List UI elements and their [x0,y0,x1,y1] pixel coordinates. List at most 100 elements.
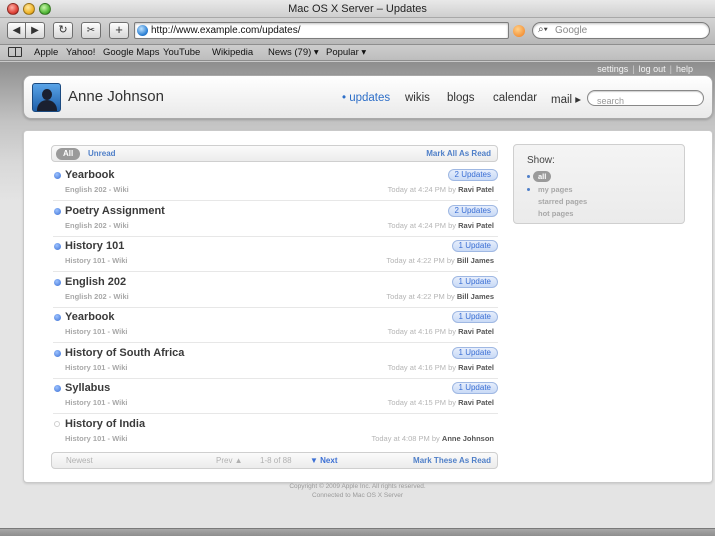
utility-separator: | [669,64,672,74]
update-source[interactable]: English 202 - Wiki [65,185,129,194]
show-option-hot-pages[interactable]: hot pages [538,209,573,218]
nav-wikis[interactable]: wikis [405,92,430,104]
bullet-icon [527,188,530,191]
update-author[interactable]: Anne Johnson [442,434,494,443]
logout-link[interactable]: log out [639,64,666,74]
bookmark-yahoo[interactable]: Yahoo! [66,47,95,58]
forward-button[interactable]: ▶ [26,22,45,39]
bookmarks-bar: Apple Yahoo! Google Maps YouTube Wikiped… [0,45,715,61]
update-title[interactable]: English 202 [65,276,126,288]
status-bar [0,528,715,536]
pagination-bar: Newest Prev ▲ 1-8 of 88 ▼ Next Mark Thes… [51,452,498,469]
bookmark-apple[interactable]: Apple [34,47,58,58]
update-meta: Today at 4:16 PM by Ravi Patel [388,327,494,336]
update-time: Today at 4:24 PM by [387,185,457,194]
update-time: Today at 4:22 PM by [386,291,455,301]
update-author[interactable]: Bill James [457,256,494,265]
nav-calendar[interactable]: calendar [493,92,537,104]
rss-icon[interactable] [513,25,525,37]
browser-search-field[interactable]: ⌕▾ Google [532,22,710,39]
filter-all-button[interactable]: All [56,148,81,160]
update-source[interactable]: English 202 - Wiki [65,221,129,230]
update-source[interactable]: History 101 - Wiki [65,398,127,407]
update-source[interactable]: History 101 - Wiki [65,327,127,336]
update-count-badge[interactable]: 1 Update [451,240,498,252]
update-meta: Today at 4:24 PM by Ravi Patel [388,185,494,194]
update-title[interactable]: Syllabus [65,382,110,394]
settings-link[interactable]: settings [597,64,628,74]
update-meta: Today at 4:16 PM by Ravi Patel [388,363,494,372]
filter-unread-link[interactable]: Unread [88,149,116,158]
update-time: Today at 4:08 PM by [371,433,440,443]
reload-button[interactable]: ↻ [53,22,73,39]
back-arrow-icon: ◀ [12,25,21,36]
update-count-badge[interactable]: 1 Update [451,311,498,323]
newest-link[interactable]: Newest [66,456,93,465]
bookmark-news[interactable]: News (79) ▾ [268,47,319,58]
nav-blogs[interactable]: blogs [447,92,475,104]
next-link[interactable]: ▼ Next [310,456,337,465]
nav-updates[interactable]: • updates [342,92,390,104]
selected-bullet-icon [527,175,530,178]
update-title[interactable]: History 101 [65,240,124,252]
update-row[interactable]: Yearbook English 202 - Wiki 2 Updates Today… [53,166,498,201]
mark-all-read-link[interactable]: Mark All As Read [426,149,491,158]
update-meta: Today at 4:24 PM by Ravi Patel [388,221,494,230]
update-title[interactable]: Yearbook [65,311,115,323]
update-time: Today at 4:16 PM by [387,362,457,372]
update-row[interactable]: History of India History 101 - Wiki Today … [53,415,498,450]
update-row[interactable]: Yearbook History 101 - Wiki 1 Update Today … [53,308,498,343]
update-meta: Today at 4:22 PM by Bill James [386,292,494,301]
back-button[interactable]: ◀ [7,22,26,39]
update-row[interactable]: Poetry Assignment English 202 - Wiki 2 Upd… [53,202,498,237]
update-count-badge[interactable]: 1 Update [451,275,498,288]
update-author[interactable]: Bill James [457,292,494,301]
update-author[interactable]: Ravi Patel [458,185,494,194]
update-row[interactable]: History of South Africa History 101 - Wik… [53,344,498,379]
update-row[interactable]: English 202 English 202 - Wiki 1 Update Tod… [53,273,498,308]
update-time: Today at 4:22 PM by [386,256,455,265]
update-row[interactable]: History 101 History 101 - Wiki 1 Update Tod… [53,237,498,272]
update-author[interactable]: Ravi Patel [458,327,494,336]
update-title[interactable]: Yearbook [65,169,115,181]
update-source[interactable]: History 101 - Wiki [65,363,127,372]
address-bar[interactable]: http://www.example.com/updates/ [134,22,509,39]
site-search-input[interactable] [588,94,703,108]
site-search-field[interactable] [587,90,704,108]
update-count-badge[interactable]: 1 Update [451,346,498,359]
update-author[interactable]: Ravi Patel [458,363,494,372]
update-author[interactable]: Ravi Patel [458,221,494,230]
bookmarks-book-icon[interactable] [8,47,22,57]
web-clip-button[interactable]: ✂ [81,22,101,39]
avatar[interactable] [32,83,61,112]
update-time: Today at 4:16 PM by [387,327,457,336]
mark-these-read-link[interactable]: Mark These As Read [413,456,491,465]
update-source[interactable]: History 101 - Wiki [65,256,127,265]
nav-mail[interactable]: mail ▸ [551,92,581,106]
add-bookmark-button[interactable]: + [109,22,129,39]
update-title[interactable]: History of India [65,418,145,430]
update-source[interactable]: English 202 - Wiki [65,292,129,301]
update-row[interactable]: Syllabus History 101 - Wiki 1 Update Today … [53,379,498,414]
update-title[interactable]: Poetry Assignment [65,205,165,217]
show-option-starred-pages[interactable]: starred pages [538,197,587,206]
help-link[interactable]: help [676,64,693,74]
update-source[interactable]: History 101 - Wiki [65,434,127,443]
update-count-badge[interactable]: 1 Update [451,382,498,394]
read-dot-icon [54,420,60,427]
show-option-my-pages[interactable]: my pages [538,185,573,194]
show-option-all[interactable]: all [533,171,552,182]
bookmark-google-maps[interactable]: Google Maps [103,47,160,58]
update-title[interactable]: History of South Africa [65,347,184,359]
bookmark-popular[interactable]: Popular ▾ [326,47,366,58]
update-author[interactable]: Ravi Patel [458,398,494,407]
bookmark-wikipedia[interactable]: Wikipedia [212,47,253,58]
bookmark-youtube[interactable]: YouTube [163,47,200,58]
user-name[interactable]: Anne Johnson [68,88,164,105]
prev-link[interactable]: Prev ▲ [216,456,243,465]
update-count-badge[interactable]: 2 Updates [447,204,498,217]
avatar-body-shape [37,100,57,111]
address-text: http://www.example.com/updates/ [151,25,301,36]
update-count-badge[interactable]: 2 Updates [447,169,498,181]
page-area: settings | log out | help Anne Johnson • upd… [0,62,715,528]
